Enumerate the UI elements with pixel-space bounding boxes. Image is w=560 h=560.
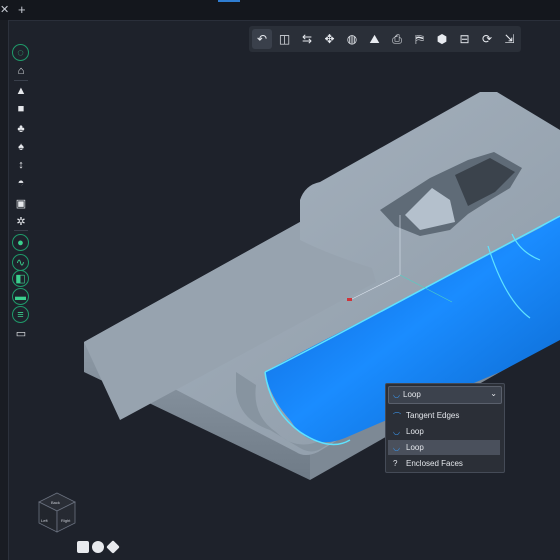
print-icon[interactable]: ⎙: [387, 29, 407, 49]
wireframe-view-icon[interactable]: [77, 541, 89, 553]
extrude-icon[interactable]: ▲: [12, 82, 30, 100]
sketch-circle-icon[interactable]: ◌: [12, 44, 29, 61]
shell-icon[interactable]: ▣: [12, 194, 30, 212]
view-cube-face-right: Right: [61, 518, 71, 523]
left-toolbar: ◌ ⌂ ▲ ■ ♣ ♠ ↕ ◓ ▣ ✲ ● ∿ ◧ ▬ ≡ ▭: [10, 40, 32, 340]
view-cube-face-left: Left: [41, 518, 49, 523]
dropdown-header[interactable]: ◡ Loop ⌄: [388, 386, 502, 404]
curve-icon[interactable]: ∿: [12, 254, 29, 271]
surface-icon[interactable]: ◧: [12, 270, 29, 287]
layers-icon[interactable]: ⊟: [455, 29, 475, 49]
section-icon[interactable]: ▬: [12, 288, 29, 305]
viewport[interactable]: [0, 0, 560, 560]
terrain-icon[interactable]: ⛰: [365, 29, 385, 49]
shaded-view-icon[interactable]: [92, 541, 104, 553]
view-cube[interactable]: Back Left Right: [34, 490, 80, 536]
move-icon[interactable]: ✥: [320, 29, 340, 49]
map-icon[interactable]: ⛿: [410, 29, 430, 49]
dropdown-selected-label: Loop: [403, 390, 421, 399]
plane-icon[interactable]: ⌂: [12, 62, 30, 80]
view-cube-face-back: Back: [51, 500, 60, 505]
dropdown-item-tangent-edges[interactable]: ⌒ Tangent Edges: [388, 408, 500, 423]
toolbar-separator: [14, 80, 28, 81]
axis-marker: [347, 298, 352, 301]
chevron-down-icon[interactable]: ⌄: [490, 389, 497, 398]
transform-icon[interactable]: ⇆: [297, 29, 317, 49]
list-icon[interactable]: ≡: [12, 306, 29, 323]
cube-icon[interactable]: ⬢: [432, 29, 452, 49]
dropdown-item-label: Loop: [406, 427, 424, 436]
dropdown-item-label: Tangent Edges: [406, 411, 460, 420]
select-mode-icon[interactable]: ↶: [252, 29, 272, 49]
toolbar-separator: [14, 230, 28, 231]
loop-icon: ◡: [393, 443, 400, 452]
dropdown-item-label: Loop: [406, 443, 424, 452]
loop-icon: ◡: [393, 427, 400, 436]
pin-icon[interactable]: ↕: [12, 156, 30, 174]
dropdown-item-label: Enclosed Faces: [406, 459, 463, 468]
comment-icon[interactable]: ▭: [12, 324, 30, 342]
dropdown-item-loop[interactable]: ◡ Loop: [388, 424, 500, 439]
tangent-edges-icon: ⌒: [393, 412, 401, 421]
box-icon[interactable]: ■: [12, 100, 30, 118]
point-icon[interactable]: ●: [12, 234, 29, 251]
render-view-icon[interactable]: [106, 540, 120, 554]
revolve-icon[interactable]: ♣: [12, 120, 30, 138]
refresh-icon[interactable]: ⟳: [477, 29, 497, 49]
export-icon[interactable]: ⇲: [500, 29, 520, 49]
sweep-icon[interactable]: ♠: [12, 138, 30, 156]
selection-filter-dropdown[interactable]: ◡ Loop ⌄ ⌒ Tangent Edges ◡ Loop ◡ Loop ?…: [385, 383, 505, 473]
view-style-buttons: [75, 540, 121, 555]
top-toolbar: ↶ ◫ ⇆ ✥ ◍ ⛰ ⎙ ⛿ ⬢ ⊟ ⟳ ⇲: [249, 26, 521, 52]
globe-icon[interactable]: ◍: [342, 29, 362, 49]
help-icon: ?: [393, 459, 398, 468]
loop-icon: ◡: [393, 390, 400, 399]
dropdown-item-loop-selected[interactable]: ◡ Loop: [388, 440, 500, 455]
measure-icon[interactable]: ◫: [275, 29, 295, 49]
pattern-icon[interactable]: ✲: [12, 212, 30, 230]
dropdown-item-enclosed-faces[interactable]: ? Enclosed Faces: [388, 456, 500, 471]
fillet-icon[interactable]: ◓: [12, 174, 30, 192]
